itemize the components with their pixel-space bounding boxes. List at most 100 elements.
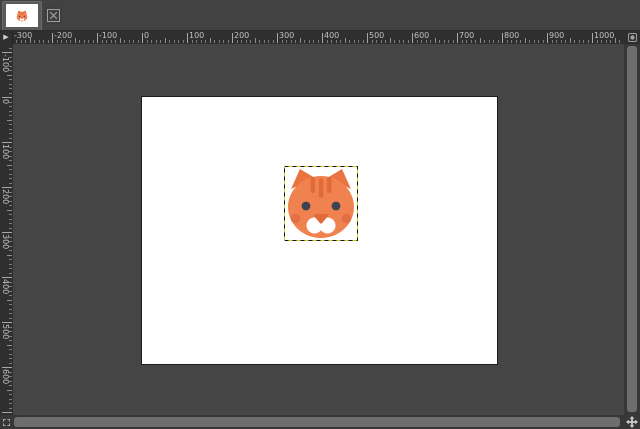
ruler-tick xyxy=(124,40,125,43)
ruler-tick xyxy=(9,304,12,305)
ruler-tick xyxy=(9,129,12,130)
ruler-corner-button[interactable]: ▶ xyxy=(0,31,13,44)
ruler-tick xyxy=(9,408,12,409)
ruler-tick xyxy=(129,40,130,43)
ruler-tick xyxy=(7,120,12,121)
ruler-tick xyxy=(516,40,517,43)
ruler-tick xyxy=(394,40,395,43)
ruler-tick xyxy=(439,40,440,43)
ruler-tick xyxy=(399,40,400,43)
ruler-tick xyxy=(295,40,296,43)
ruler-tick xyxy=(484,40,485,43)
quick-mask-icon xyxy=(3,419,10,426)
ruler-tick xyxy=(196,40,197,43)
ruler-tick xyxy=(9,138,12,139)
ruler-tick xyxy=(246,40,247,43)
v-scrollbar-thumb[interactable] xyxy=(627,46,637,412)
ruler-tick xyxy=(610,40,611,43)
ruler-label: 500 xyxy=(1,324,9,339)
ruler-tick xyxy=(354,40,355,43)
ruler-tick xyxy=(9,264,12,265)
ruler-tick xyxy=(133,40,134,43)
ruler-tick xyxy=(444,40,445,43)
ruler-tick xyxy=(565,40,566,43)
ruler-tick xyxy=(9,385,12,386)
ruler-tick xyxy=(9,178,12,179)
ruler-tick xyxy=(601,40,602,43)
left-ruler[interactable]: -1000100200300400500600 xyxy=(0,44,13,415)
ruler-tick xyxy=(525,38,526,43)
ruler-tick xyxy=(16,40,17,43)
tab-cat-image[interactable] xyxy=(2,1,42,30)
ruler-tick xyxy=(372,40,373,43)
ruler-tick xyxy=(574,40,575,43)
window: { "tabbar": { "tabs": [ {"id": "cat-imag… xyxy=(0,0,640,429)
h-scrollbar-thumb[interactable] xyxy=(14,417,620,427)
ruler-tick xyxy=(9,124,12,125)
ruler-tick xyxy=(552,40,553,43)
ruler-tick xyxy=(9,160,12,161)
ruler-tick xyxy=(9,309,12,310)
ruler-tick xyxy=(9,84,12,85)
zoom-follow-window-button[interactable] xyxy=(624,31,640,44)
ruler-tick xyxy=(9,268,12,269)
v-scrollbar[interactable] xyxy=(624,44,640,415)
ruler-tick xyxy=(2,367,12,368)
ruler-tick xyxy=(570,38,571,43)
ruler-tick xyxy=(313,40,314,43)
h-scrollbar[interactable] xyxy=(13,415,624,429)
ruler-tick xyxy=(9,133,12,134)
ruler-tick xyxy=(174,40,175,43)
ruler-label: 300 xyxy=(279,32,294,40)
ruler-tick xyxy=(493,40,494,43)
ruler-label: 1000 xyxy=(594,32,614,40)
ruler-tick xyxy=(75,38,76,43)
tab-empty-image[interactable] xyxy=(45,7,62,24)
boxed-x-icon xyxy=(47,9,60,22)
ruler-tick xyxy=(9,111,12,112)
tab-thumbnail xyxy=(6,4,38,27)
quick-mask-button[interactable] xyxy=(0,415,13,429)
ruler-tick xyxy=(7,75,12,76)
ruler-tick xyxy=(376,40,377,43)
ruler-tick xyxy=(282,40,283,43)
ruler-tick xyxy=(367,33,368,43)
ruler-tick xyxy=(201,40,202,43)
ruler-tick xyxy=(453,40,454,43)
ruler-tick xyxy=(331,40,332,43)
ruler-tick xyxy=(34,40,35,43)
navigation-button[interactable] xyxy=(624,415,640,429)
ruler-tick xyxy=(412,33,413,43)
ruler-tick xyxy=(66,40,67,43)
ruler-tick xyxy=(57,40,58,43)
ruler-tick xyxy=(309,40,310,43)
ruler-tick xyxy=(7,390,12,391)
ruler-label: 200 xyxy=(234,32,249,40)
top-ruler[interactable]: -300-200-1000100200300400500600700800900… xyxy=(13,31,624,44)
ruler-tick xyxy=(385,40,386,43)
ruler-tick xyxy=(408,40,409,43)
ruler-label: -300 xyxy=(14,32,32,40)
ruler-label: 200 xyxy=(1,189,9,204)
ruler-tick xyxy=(241,40,242,43)
ruler-tick xyxy=(9,403,12,404)
canvas-viewport[interactable] xyxy=(13,44,624,415)
ruler-tick xyxy=(579,40,580,43)
ruler-tick xyxy=(475,40,476,43)
ruler-label: 300 xyxy=(1,234,9,249)
canvas[interactable] xyxy=(142,97,497,364)
ruler-tick xyxy=(210,38,211,43)
ruler-tick xyxy=(327,40,328,43)
ruler-tick xyxy=(70,40,71,43)
ruler-label: 100 xyxy=(189,32,204,40)
ruler-tick xyxy=(2,232,12,233)
ruler-tick xyxy=(178,40,179,43)
ruler-tick xyxy=(9,273,12,274)
ruler-tick xyxy=(9,349,12,350)
ruler-tick xyxy=(403,40,404,43)
ruler-tick xyxy=(120,38,121,43)
ruler-tick xyxy=(507,40,508,43)
ruler-tick xyxy=(61,40,62,43)
ruler-tick xyxy=(502,33,503,43)
ruler-label: 800 xyxy=(504,32,519,40)
